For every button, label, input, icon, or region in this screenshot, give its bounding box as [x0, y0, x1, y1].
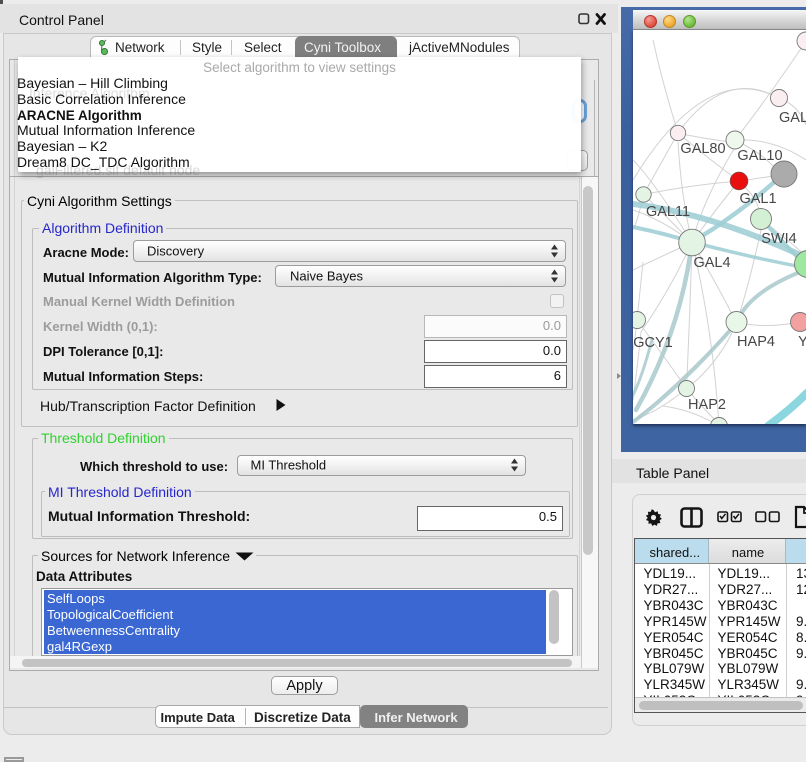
svg-text:SWI4: SWI4	[761, 231, 796, 247]
svg-text:Y: Y	[798, 334, 806, 350]
svg-text:GAL: GAL	[779, 110, 806, 126]
svg-text:GCY1: GCY1	[633, 335, 673, 351]
svg-text:GAL4: GAL4	[693, 255, 730, 271]
svg-text:HAP2: HAP2	[688, 397, 726, 413]
svg-text:GAL1: GAL1	[739, 191, 776, 207]
svg-text:GAL80: GAL80	[680, 141, 725, 157]
svg-text:HAP4: HAP4	[737, 334, 775, 350]
svg-text:GAL11: GAL11	[646, 204, 690, 220]
svg-text:GAL10: GAL10	[737, 148, 782, 164]
